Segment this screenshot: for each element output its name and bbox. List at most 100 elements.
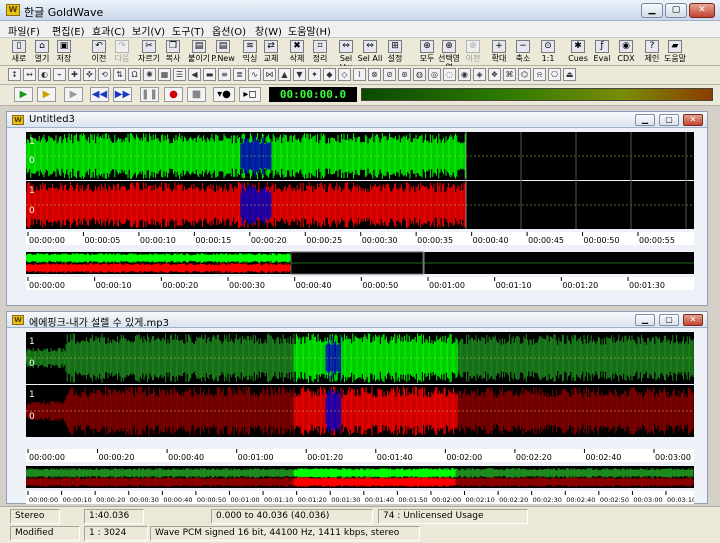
toolbar-button-zoom-in[interactable]: + 확대: [486, 40, 512, 63]
toolbar-button-label: 설정: [387, 54, 403, 63]
status-note: 74 : Unlicensed Usage: [378, 509, 528, 524]
toolbar-button-paste[interactable]: ▤ 붙이기: [186, 40, 212, 63]
effect-icon-10[interactable]: ✺: [143, 68, 156, 81]
effect-icon-28[interactable]: ◍: [413, 68, 426, 81]
effect-icon-24[interactable]: ⌇: [353, 68, 366, 81]
effect-icon-17[interactable]: ∿: [248, 68, 261, 81]
toolbar-button-cues[interactable]: ✱ Cues: [565, 40, 591, 63]
effect-icon-4[interactable]: ⌁: [53, 68, 66, 81]
doc-close-button[interactable]: ✕: [683, 314, 703, 326]
effect-icon-7[interactable]: ⟲: [98, 68, 111, 81]
doc-minimize-button[interactable]: ▁: [635, 314, 655, 326]
effect-icon-19[interactable]: ▲: [278, 68, 291, 81]
menu-help[interactable]: 도움말(H): [288, 23, 331, 38]
effect-icon-5[interactable]: ✚: [68, 68, 81, 81]
toolbar-button-zoom-out[interactable]: − 축소: [510, 40, 536, 63]
effect-icon-18[interactable]: ⋈: [263, 68, 276, 81]
effect-icon-29[interactable]: ◎: [428, 68, 441, 81]
effect-icon-35[interactable]: ⌬: [518, 68, 531, 81]
record-icon[interactable]: ●: [164, 87, 183, 102]
waveform-view[interactable]: 1 0 1 0 00:00:00 00:00:20 00:00:40 00:01:00 00:0…: [26, 332, 694, 504]
toolbar-button-copy[interactable]: ❐ 복사: [160, 40, 186, 63]
effect-icon-6[interactable]: ✜: [83, 68, 96, 81]
waveform-view[interactable]: 1 0 1 0 00:00:00 00:00:05 00:00:10 00:00:15 00:0…: [26, 132, 694, 307]
effect-icon-27[interactable]: ⊛: [398, 68, 411, 81]
effect-icon-25[interactable]: ⊗: [368, 68, 381, 81]
pause-icon[interactable]: ❚❚: [140, 87, 159, 102]
effect-icon-13[interactable]: ◀: [188, 68, 201, 81]
menu-view[interactable]: 보기(V): [132, 23, 165, 38]
toolbar-button-redo[interactable]: ↷ 다음: [109, 40, 135, 63]
effect-icon-38[interactable]: ⏏: [563, 68, 576, 81]
close-button[interactable]: ✕: [689, 3, 715, 18]
toolbar-button-save[interactable]: ▣ 저장: [51, 40, 77, 63]
effect-icon-36[interactable]: ⍾: [533, 68, 546, 81]
menu-tools[interactable]: 도구(T): [172, 23, 204, 38]
effect-icon-3[interactable]: ◐: [38, 68, 51, 81]
doc-close-button[interactable]: ✕: [683, 114, 703, 126]
effect-icon-11[interactable]: ▦: [158, 68, 171, 81]
help-icon: ?: [645, 40, 659, 53]
effect-icon-34[interactable]: ⌘: [503, 68, 516, 81]
toolbar-button-cd-extract[interactable]: ◉ CDX: [613, 40, 639, 63]
fast-forward-icon[interactable]: ▶▶: [113, 87, 132, 102]
ruler-label: 00:00:00: [29, 281, 65, 290]
effect-icon-26[interactable]: ⊘: [383, 68, 396, 81]
toolbar-button-trim[interactable]: ⌗ 정리: [307, 40, 333, 63]
toolbar-button-zoom-1to1[interactable]: ⊙ 1:1: [535, 40, 561, 63]
record-settings-icon[interactable]: ▸◻: [239, 87, 261, 102]
doc-restore-button[interactable]: ▢: [659, 314, 679, 326]
toolbar-button-paste-new[interactable]: ▤ P.New: [210, 40, 236, 63]
effect-icon-23[interactable]: ◇: [338, 68, 351, 81]
doc-minimize-button[interactable]: ▁: [635, 114, 655, 126]
maximize-button[interactable]: ▢: [665, 3, 687, 18]
play-alt-icon[interactable]: ▶: [64, 87, 83, 102]
effect-icon-9[interactable]: Ω: [128, 68, 141, 81]
toolbar-button-set[interactable]: ⊞ 설정: [382, 40, 408, 63]
ruler-label: 00:02:50: [600, 496, 629, 504]
effect-icon-8[interactable]: ⇅: [113, 68, 126, 81]
toolbar-button-zoom-previous[interactable]: ⊕ 이전: [460, 40, 486, 63]
toolbar-button-book[interactable]: ▰ 도움말: [662, 40, 688, 63]
ruler-label: 00:01:20: [307, 453, 343, 462]
ruler-label: 00:02:20: [499, 496, 528, 504]
effect-icon-33[interactable]: ❖: [488, 68, 501, 81]
menu-file[interactable]: 파일(F): [8, 23, 40, 38]
record-mode-icon[interactable]: ▾●: [213, 87, 235, 102]
channel-mark: 1: [29, 186, 35, 196]
effect-icon-32[interactable]: ◈: [473, 68, 486, 81]
effect-icon-21[interactable]: ✦: [308, 68, 321, 81]
toolbar-button-replace[interactable]: ⇄ 교체: [258, 40, 284, 63]
effect-icon-37[interactable]: ⎔: [548, 68, 561, 81]
toolbar-button-select-all[interactable]: ⇔ Sel All: [357, 40, 383, 63]
effect-icon-22[interactable]: ◆: [323, 68, 336, 81]
ruler-label: 00:02:00: [432, 496, 461, 504]
menu-effects[interactable]: 효과(C): [92, 23, 125, 38]
play-selection-icon[interactable]: ▶: [37, 87, 56, 102]
effect-icon-12[interactable]: ☰: [173, 68, 186, 81]
stop-icon[interactable]: ■: [187, 87, 206, 102]
status-state: Modified: [10, 526, 80, 541]
effect-icon-2[interactable]: ↔: [23, 68, 36, 81]
menu-options[interactable]: 옵션(O): [212, 23, 246, 38]
effect-icon-16[interactable]: ≣: [233, 68, 246, 81]
toolbar-button-cut[interactable]: ✂ 자르기: [136, 40, 162, 63]
play-icon[interactable]: ▶: [14, 87, 33, 102]
rewind-icon[interactable]: ◀◀: [90, 87, 109, 102]
effect-icon-15[interactable]: ≡: [218, 68, 231, 81]
menu-window[interactable]: 창(W): [255, 23, 282, 38]
effect-icon-20[interactable]: ▼: [293, 68, 306, 81]
toolbar-button-eval[interactable]: ƒ Eval: [589, 40, 615, 63]
effect-icon-1[interactable]: ↕: [8, 68, 21, 81]
toolbar-button-label: 제인: [644, 54, 660, 63]
overview-selected-right: [293, 477, 456, 487]
doc-restore-button[interactable]: ▢: [659, 114, 679, 126]
effect-icon-14[interactable]: ▬: [203, 68, 216, 81]
effect-icon-31[interactable]: ◉: [458, 68, 471, 81]
minimize-button[interactable]: ▁: [641, 3, 663, 18]
save-icon: ▣: [57, 40, 71, 53]
zoom-all-icon: ⊕: [420, 40, 434, 53]
menu-edit[interactable]: 편집(E): [52, 23, 85, 38]
effect-icon-30[interactable]: ◌: [443, 68, 456, 81]
time-display: 00:00:00.0: [269, 87, 357, 102]
